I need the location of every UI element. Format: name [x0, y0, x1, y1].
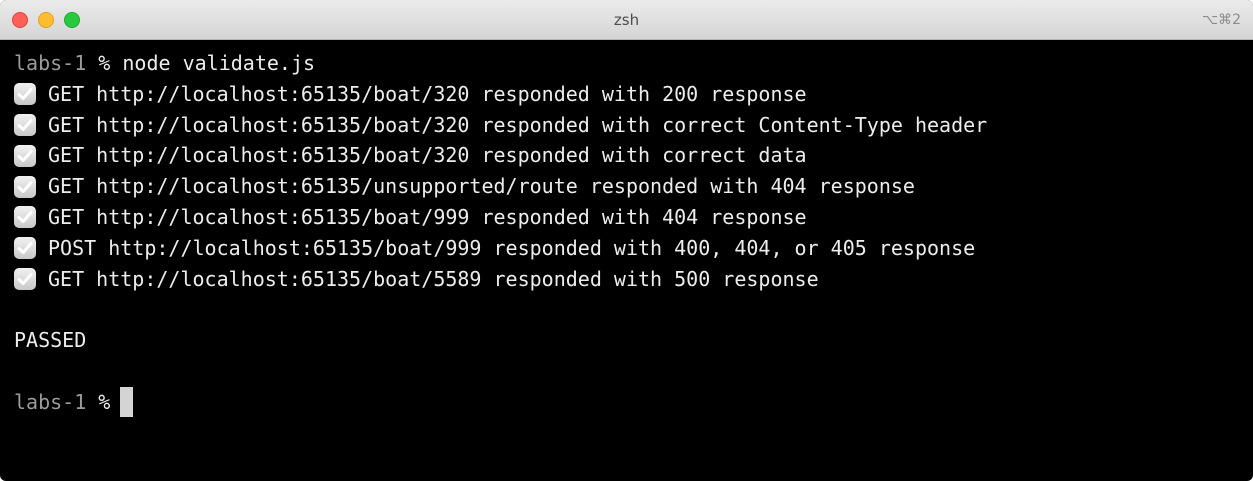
result-text: GET http://localhost:65135/unsupported/r…: [48, 174, 915, 199]
command-line: labs-1 % node validate.js: [14, 48, 1243, 79]
checkmark-icon: [14, 144, 36, 167]
result-line: GET http://localhost:65135/boat/320 resp…: [14, 110, 1243, 141]
result-line: POST http://localhost:65135/boat/999 res…: [14, 233, 1243, 264]
terminal-output[interactable]: labs-1 % node validate.js GET http://loc…: [14, 48, 1243, 418]
prompt-symbol: %: [98, 389, 111, 414]
checkmark-icon: [14, 206, 36, 229]
prompt-host: labs-1: [14, 51, 87, 75]
checkmark-icon: [14, 175, 36, 198]
result-text: POST http://localhost:65135/boat/999 res…: [48, 235, 976, 260]
result-line: GET http://localhost:65135/boat/999 resp…: [14, 202, 1243, 233]
final-prompt-line[interactable]: labs-1 %: [14, 387, 1243, 418]
window-shortcut: ⌥⌘2: [1201, 12, 1241, 28]
status-text: PASSED: [14, 328, 87, 353]
checkmark-icon: [14, 267, 36, 290]
result-text: GET http://localhost:65135/boat/320 resp…: [48, 112, 988, 137]
result-text: GET http://localhost:65135/boat/320 resp…: [48, 143, 807, 168]
result-text: GET http://localhost:65135/boat/320 resp…: [48, 81, 807, 106]
result-text: GET http://localhost:65135/boat/999 resp…: [48, 204, 807, 229]
result-line: GET http://localhost:65135/boat/5589 res…: [14, 264, 1243, 295]
command-text: node validate.js: [122, 51, 316, 75]
title-bar[interactable]: zsh ⌥⌘2: [0, 0, 1253, 40]
prompt-host: labs-1: [14, 389, 87, 414]
checkmark-icon: [14, 237, 36, 260]
text-cursor: [120, 387, 134, 418]
result-line: GET http://localhost:65135/boat/320 resp…: [14, 140, 1243, 171]
checkmark-icon: [14, 83, 36, 106]
result-line: GET http://localhost:65135/boat/320 resp…: [14, 79, 1243, 110]
terminal-window: zsh ⌥⌘2 labs-1 % node validate.js GET ht…: [0, 0, 1253, 481]
result-text: GET http://localhost:65135/boat/5589 res…: [48, 266, 819, 291]
prompt-symbol: %: [98, 51, 111, 75]
result-line: GET http://localhost:65135/unsupported/r…: [14, 171, 1243, 202]
window-title: zsh: [613, 11, 640, 29]
checkmark-icon: [14, 113, 36, 136]
status-line: PASSED: [14, 325, 1243, 356]
